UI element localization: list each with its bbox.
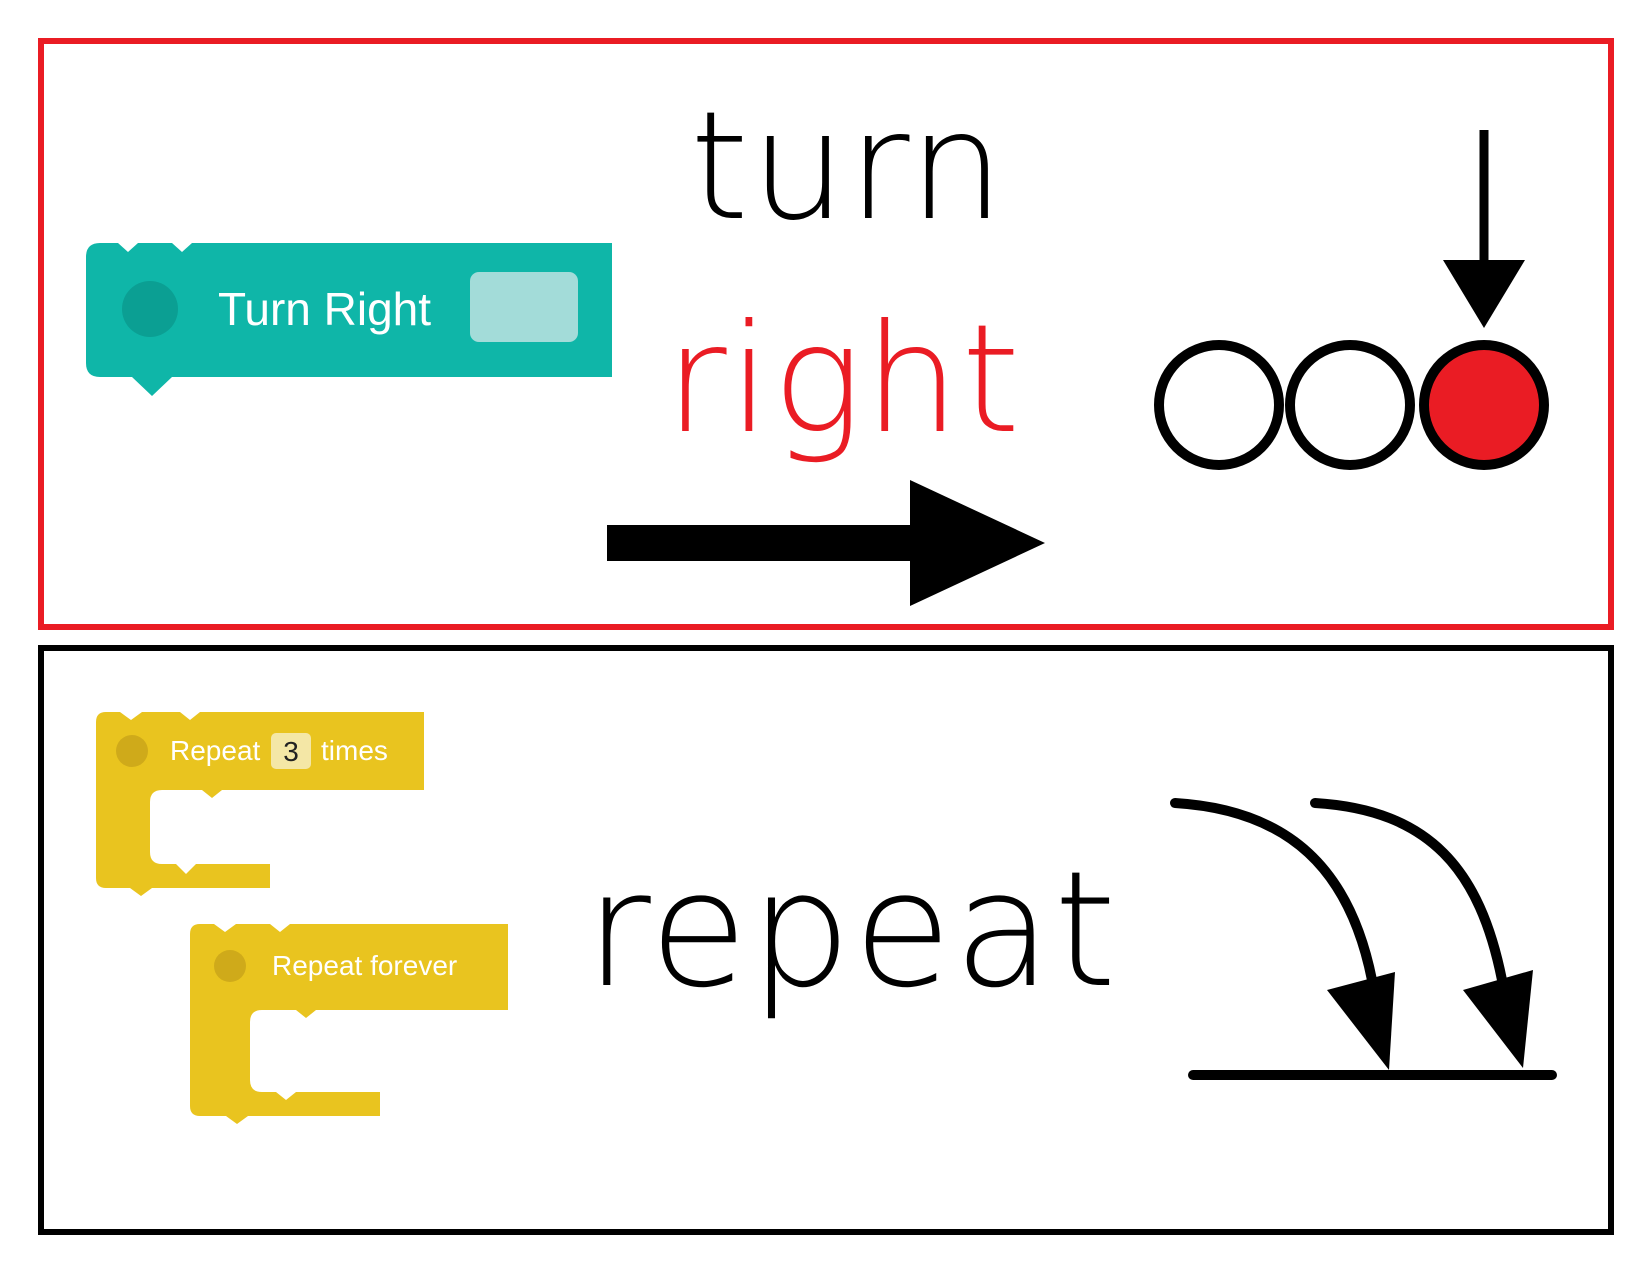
circle-empty [1285, 340, 1415, 470]
circle-empty [1154, 340, 1284, 470]
word-right: right [665, 293, 1023, 467]
turn-right-block: Turn Right [86, 243, 612, 396]
right-arrow-icon [607, 480, 1045, 606]
word-turn: turn [690, 80, 1006, 254]
turn-right-block-label: Turn Right [218, 283, 431, 335]
circle-filled [1419, 340, 1549, 470]
word-repeat: repeat [585, 836, 1119, 1023]
down-arrow-icon [1443, 130, 1525, 328]
block-drag-handle [122, 281, 178, 337]
position-circles [1154, 340, 1549, 470]
block-value-slot [470, 272, 578, 342]
